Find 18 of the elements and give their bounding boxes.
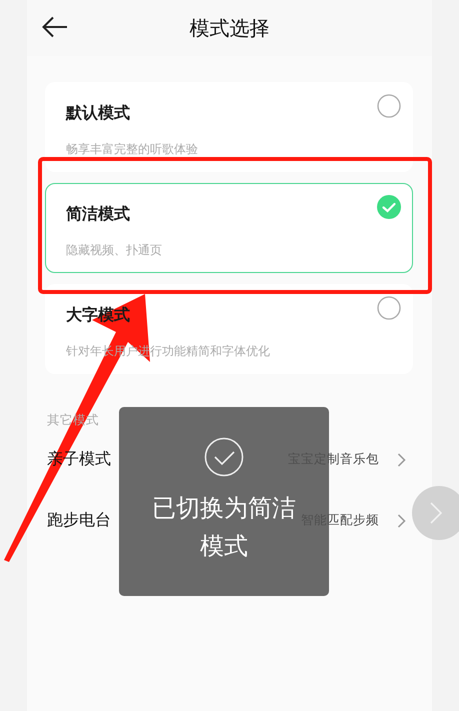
checked-radio-icon[interactable]	[377, 195, 401, 219]
mode-description: 隐藏视频、扑通页	[66, 242, 162, 259]
chevron-right-icon[interactable]	[397, 452, 406, 466]
mode-title: 简洁模式	[66, 204, 130, 225]
mode-description: 畅享丰富完整的听歌体验	[66, 141, 198, 158]
page-title: 模式选择	[190, 14, 270, 42]
check-circle-icon	[204, 437, 244, 477]
mode-option-card[interactable]: 默认模式 畅享丰富完整的听歌体验	[45, 82, 413, 172]
radio-icon[interactable]	[377, 94, 401, 118]
mode-option-card[interactable]: 简洁模式 隐藏视频、扑通页	[45, 183, 413, 273]
mode-title: 默认模式	[66, 103, 130, 124]
chevron-right-icon	[430, 502, 442, 524]
mode-link-title[interactable]: 跑步电台	[47, 510, 111, 531]
back-arrow-icon[interactable]	[42, 16, 68, 38]
chevron-right-icon[interactable]	[397, 514, 406, 528]
section-label: 其它模式	[47, 412, 99, 429]
radio-icon[interactable]	[377, 296, 401, 320]
toast-text: 已切换为简洁模式	[151, 493, 297, 562]
